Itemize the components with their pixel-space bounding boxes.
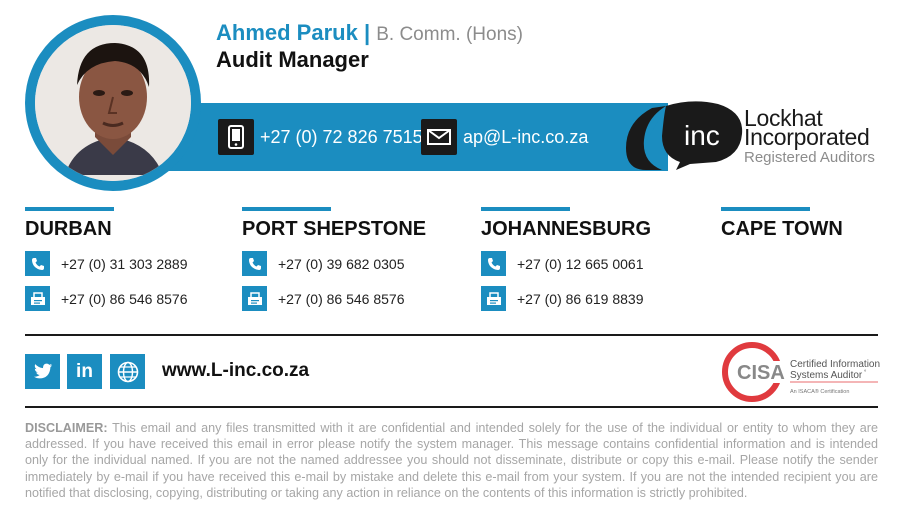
cisa-line-1: Certified Information: [790, 359, 880, 370]
office-fax-row: +27 (0) 86 546 8576: [242, 286, 442, 311]
linkedin-button[interactable]: in: [67, 354, 102, 389]
logo-mark-text: inc: [684, 120, 720, 151]
office-city: CAPE TOWN: [721, 218, 843, 240]
office-phone-row: +27 (0) 12 665 0061: [481, 251, 681, 276]
phone-icon: [481, 251, 506, 276]
email-link[interactable]: ap@L-inc.co.za: [463, 127, 588, 148]
linkedin-icon: in: [76, 360, 93, 382]
office-johannesburg: JOHANNESBURG +27 (0) 12 665 0061 +27 (0)…: [481, 207, 681, 311]
fax-icon: [25, 286, 50, 311]
website-link[interactable]: www.L-inc.co.za: [162, 360, 309, 382]
name-separator: |: [363, 20, 371, 45]
phone-number[interactable]: +27 (0) 72 826 7515: [260, 127, 423, 148]
office-port-shepstone: PORT SHEPSTONE +27 (0) 39 682 0305 +27 (…: [242, 207, 442, 311]
disclaimer-text: This email and any files transmitted wit…: [25, 421, 878, 500]
person-name: Ahmed Paruk: [216, 20, 358, 45]
office-cape-town: CAPE TOWN: [721, 207, 900, 241]
phone-icon: [242, 251, 267, 276]
cisa-certification-badge: CISA Certified Information Systems Audit…: [722, 342, 880, 402]
avatar: [35, 25, 191, 181]
envelope-icon: [421, 119, 457, 155]
job-title: Audit Manager: [216, 47, 369, 72]
office-fax[interactable]: +27 (0) 86 619 8839: [517, 291, 644, 307]
office-phone[interactable]: +27 (0) 12 665 0061: [517, 256, 644, 272]
office-accent-bar: [721, 207, 810, 211]
logo-name-2: Incorporated: [744, 124, 870, 150]
office-fax[interactable]: +27 (0) 86 546 8576: [278, 291, 405, 307]
phone-icon: [25, 251, 50, 276]
office-fax-row: +27 (0) 86 546 8576: [25, 286, 225, 311]
disclaimer-label: DISCLAIMER:: [25, 421, 108, 435]
office-city: DURBAN: [25, 218, 112, 240]
cisa-badge-text: CISA: [737, 362, 785, 384]
mobile-phone-icon: [218, 119, 254, 155]
office-phone-row: +27 (0) 31 303 2889: [25, 251, 225, 276]
office-fax-row: +27 (0) 86 619 8839: [481, 286, 681, 311]
office-city: PORT SHEPSTONE: [242, 218, 427, 240]
disclaimer: DISCLAIMER: This email and any files tra…: [25, 420, 878, 501]
twitter-icon: [33, 363, 52, 379]
logo-tagline: Registered Auditors: [744, 149, 875, 166]
divider: [25, 406, 878, 408]
twitter-button[interactable]: [25, 354, 60, 389]
office-accent-bar: [481, 207, 570, 211]
fax-icon: [481, 286, 506, 311]
qualification: B. Comm. (Hons): [376, 24, 523, 45]
cisa-registered-mark: °: [864, 370, 867, 376]
fax-icon: [242, 286, 267, 311]
globe-icon: [117, 361, 138, 382]
cisa-subtitle: An ISACA® Certification: [790, 388, 849, 395]
website-button[interactable]: [110, 354, 145, 389]
divider: [25, 334, 878, 336]
office-city: JOHANNESBURG: [481, 218, 652, 240]
office-accent-bar: [242, 207, 331, 211]
cisa-line-2: Systems Auditor: [790, 370, 863, 381]
person-name-line: Ahmed Paruk | B. Comm. (Hons): [216, 20, 523, 46]
lockhat-logo-mark: inc: [626, 101, 743, 170]
office-phone[interactable]: +27 (0) 31 303 2889: [61, 256, 188, 272]
office-fax[interactable]: +27 (0) 86 546 8576: [61, 291, 188, 307]
office-accent-bar: [25, 207, 114, 211]
office-durban: DURBAN +27 (0) 31 303 2889 +27 (0) 86 54…: [25, 207, 225, 311]
office-phone[interactable]: +27 (0) 39 682 0305: [278, 256, 405, 272]
office-phone-row: +27 (0) 39 682 0305: [242, 251, 442, 276]
